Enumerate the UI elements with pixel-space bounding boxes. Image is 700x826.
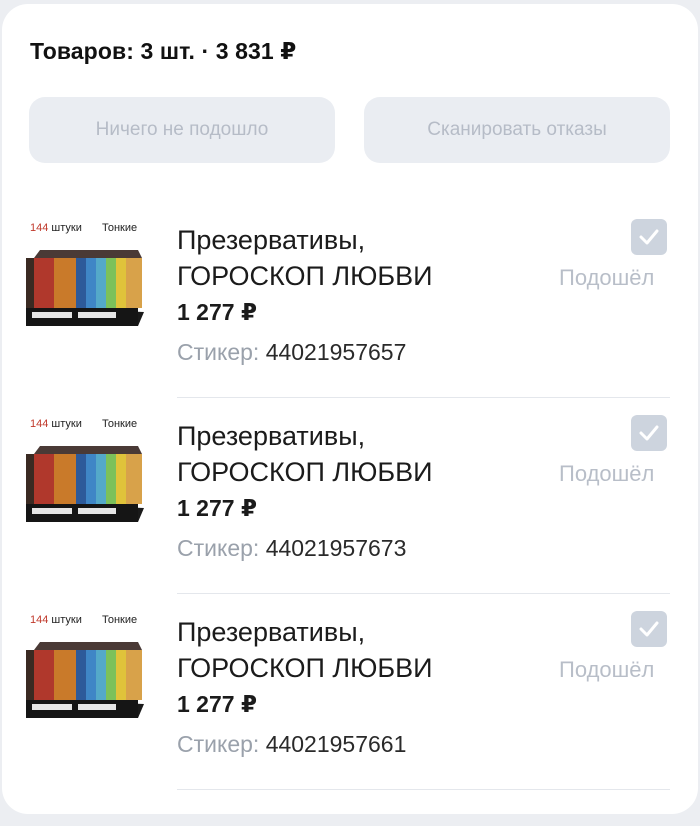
thumb-qty-unit: штуки [51, 614, 82, 626]
scan-refusals-button[interactable]: Сканировать отказы [364, 97, 670, 163]
product-price: 1 277 ₽ [177, 299, 257, 325]
thumb-type: Тонкие [102, 614, 138, 626]
thumb-type: Тонкие [102, 222, 138, 234]
fit-status-label: Подошёл [559, 461, 655, 486]
thumb-qty: 144 [30, 222, 49, 234]
sticker-info: Стикер: 44021957657 [177, 339, 406, 366]
product-image: 144 штуки Тонкие [24, 222, 148, 352]
product-price: 1 277 ₽ [177, 691, 257, 717]
thumb-qty-unit: штуки [51, 222, 82, 234]
thumb-qty: 144 [30, 614, 49, 626]
sticker-label: Стикер: [177, 339, 260, 365]
product-box-icon [26, 446, 144, 522]
sticker-number: 44021957657 [265, 339, 407, 365]
nothing-fit-button[interactable]: Ничего не подошло [29, 97, 335, 163]
checkmark-icon [639, 229, 659, 245]
checkmark-icon [639, 425, 659, 441]
thumb-type: Тонкие [102, 418, 138, 430]
sticker-info: Стикер: 44021957661 [177, 731, 406, 758]
product-title[interactable]: Презервативы, ГОРОСКОП ЛЮБВИ [177, 418, 477, 490]
fit-checkbox[interactable] [631, 415, 667, 451]
product-box-icon [26, 250, 144, 326]
sticker-label: Стикер: [177, 535, 260, 561]
sticker-label: Стикер: [177, 731, 260, 757]
list-item: 144 штуки Тонкие Презервативы, ГОРОСКОП … [2, 398, 698, 594]
product-box-icon [26, 642, 144, 718]
product-image: 144 штуки Тонкие [24, 418, 148, 548]
list-item: 144 штуки Тонкие Презервативы, ГОРОСКОП … [2, 594, 698, 790]
sticker-info: Стикер: 44021957673 [177, 535, 406, 562]
product-title[interactable]: Презервативы, ГОРОСКОП ЛЮБВИ [177, 222, 477, 294]
sticker-number: 44021957661 [265, 731, 407, 757]
checkmark-icon [639, 621, 659, 637]
list-item: 144 штуки Тонкие Презервативы, ГОРОСКОП … [2, 202, 698, 398]
product-price: 1 277 ₽ [177, 495, 257, 521]
order-card: Товаров: 3 шт. · 3 831 ₽ Ничего не подош… [2, 4, 698, 814]
thumb-qty: 144 [30, 418, 49, 430]
product-title[interactable]: Презервативы, ГОРОСКОП ЛЮБВИ [177, 614, 477, 686]
divider [177, 789, 670, 790]
fit-checkbox[interactable] [631, 611, 667, 647]
order-summary: Товаров: 3 шт. · 3 831 ₽ [30, 38, 297, 64]
fit-status-label: Подошёл [559, 265, 655, 290]
thumb-qty-unit: штуки [51, 418, 82, 430]
product-image: 144 штуки Тонкие [24, 614, 148, 744]
fit-checkbox[interactable] [631, 219, 667, 255]
sticker-number: 44021957673 [265, 535, 407, 561]
fit-status-label: Подошёл [559, 657, 655, 682]
